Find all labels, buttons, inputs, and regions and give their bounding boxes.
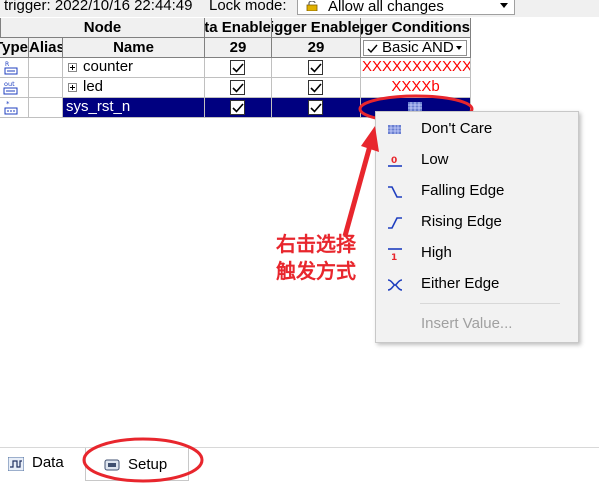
data-enable-cell bbox=[205, 58, 272, 78]
menu-item-label: High bbox=[421, 244, 452, 261]
menu-item-label: Don't Care bbox=[421, 120, 493, 137]
expand-icon[interactable] bbox=[68, 63, 77, 72]
trigger-enable-header[interactable]: Trigger Enable bbox=[272, 18, 361, 38]
name-column-header[interactable]: Name bbox=[63, 38, 205, 58]
output-pin-icon: out bbox=[3, 80, 18, 95]
menu-item-falling-edge[interactable]: Falling Edge bbox=[376, 179, 576, 205]
table-row[interactable]: R counter XXXXXXXXXXXXXXXXXXXXXXXXXXXXXh bbox=[0, 58, 471, 78]
checkmark-icon bbox=[367, 44, 378, 54]
dont-care-icon bbox=[388, 125, 401, 134]
trigger-enable-header-text: Trigger Enable bbox=[272, 19, 360, 36]
data-enable-checkbox[interactable] bbox=[230, 100, 245, 115]
node-name: led bbox=[83, 78, 104, 95]
name-cell[interactable]: led bbox=[63, 78, 205, 98]
annotation-line-2: 触发方式 bbox=[276, 261, 356, 283]
alias-column-header[interactable]: Alias bbox=[29, 38, 63, 58]
checkmark-icon bbox=[232, 103, 244, 113]
chevron-down-icon bbox=[456, 46, 462, 50]
high-icon: 1 bbox=[388, 248, 402, 263]
trigger-enable-cell bbox=[272, 98, 361, 118]
rising-edge-icon bbox=[388, 217, 402, 229]
trigger-condition-mode-cell: ʼ Basic AND bbox=[361, 38, 471, 58]
menu-item-insert-value: Insert Value... bbox=[376, 312, 576, 338]
lock-icon bbox=[306, 1, 318, 11]
lock-mode-dropdown[interactable]: Allow all changes bbox=[297, 0, 515, 15]
alias-cell[interactable] bbox=[29, 98, 63, 118]
menu-item-label: Falling Edge bbox=[421, 182, 505, 199]
node-group-header: Node bbox=[0, 18, 205, 38]
trigger-conditions-header-text: Trigger Conditions bbox=[361, 19, 470, 36]
type-cell: * bbox=[0, 98, 29, 118]
tab-data-label: Data bbox=[32, 454, 64, 471]
checkmark-icon bbox=[232, 83, 244, 93]
data-enable-checkbox[interactable] bbox=[230, 60, 245, 75]
menu-separator bbox=[420, 303, 560, 304]
trigger-enable-checkbox[interactable] bbox=[308, 100, 323, 115]
node-name: counter bbox=[83, 58, 134, 75]
menu-item-label: Insert Value... bbox=[421, 315, 513, 332]
data-enable-count: 29 bbox=[205, 38, 272, 58]
menu-item-label: Rising Edge bbox=[421, 213, 502, 230]
low-icon: 0 bbox=[388, 156, 402, 167]
menu-item-rising-edge[interactable]: Rising Edge bbox=[376, 210, 576, 236]
trigger-enable-cell bbox=[272, 58, 361, 78]
falling-edge-icon bbox=[388, 186, 402, 198]
data-enable-header-text: Data Enable bbox=[205, 19, 271, 36]
checkmark-icon bbox=[310, 63, 322, 73]
menu-item-dont-care[interactable]: Don't Care bbox=[376, 117, 576, 143]
annotation-line-1: 右击选择 bbox=[276, 234, 356, 256]
either-edge-icon bbox=[387, 279, 403, 291]
data-enable-cell bbox=[205, 98, 272, 118]
checkmark-icon bbox=[310, 83, 322, 93]
input-pin-icon: * bbox=[4, 100, 18, 115]
trigger-condition-mode-dropdown[interactable]: ʼ Basic AND bbox=[363, 39, 467, 56]
menu-item-label: Low bbox=[421, 151, 449, 168]
trigger-condition-mode-value: Basic AND bbox=[382, 39, 454, 56]
expand-icon[interactable] bbox=[68, 83, 77, 92]
highlight-ellipse bbox=[82, 437, 204, 483]
trigger-condition-context-menu: Don't Care 0 Low Falling Edge Rising Edg… bbox=[375, 111, 579, 343]
name-cell[interactable]: counter bbox=[63, 58, 205, 78]
node-name: sys_rst_n bbox=[66, 98, 131, 115]
svg-text:0: 0 bbox=[391, 156, 397, 166]
trigger-enable-checkbox[interactable] bbox=[308, 60, 323, 75]
trigger-enable-checkbox[interactable] bbox=[308, 80, 323, 95]
top-toolbar: trigger: 2022/10/16 22:44:49 Lock mode: … bbox=[0, 0, 599, 17]
checkmark-icon bbox=[232, 63, 244, 73]
trigger-conditions-header[interactable]: Trigger Conditions bbox=[361, 18, 471, 38]
name-cell[interactable]: sys_rst_n bbox=[63, 98, 205, 118]
trigger-condition-value: XXXXXXXXXXXXXXXXXXXXXXXXXXXXXh bbox=[362, 58, 471, 75]
alias-cell[interactable] bbox=[29, 58, 63, 78]
menu-item-high[interactable]: 1 High bbox=[376, 241, 576, 267]
menu-item-low[interactable]: 0 Low bbox=[376, 148, 576, 174]
type-column-header[interactable]: Type bbox=[0, 38, 29, 58]
waveform-icon bbox=[8, 457, 24, 471]
type-column-header-text: Type bbox=[0, 39, 28, 56]
menu-item-either-edge[interactable]: Either Edge bbox=[376, 272, 576, 298]
annotation-text: 右击选择 触发方式 bbox=[276, 232, 356, 286]
trigger-timestamp: trigger: 2022/10/16 22:44:49 bbox=[4, 0, 193, 14]
alias-cell[interactable] bbox=[29, 78, 63, 98]
type-cell: out bbox=[0, 78, 29, 98]
svg-text:1: 1 bbox=[391, 253, 397, 263]
data-enable-cell bbox=[205, 78, 272, 98]
type-cell: R bbox=[0, 58, 29, 78]
data-enable-header[interactable]: Data Enable bbox=[205, 18, 272, 38]
menu-item-label: Either Edge bbox=[421, 275, 500, 292]
data-enable-checkbox[interactable] bbox=[230, 80, 245, 95]
lock-mode-value: Allow all changes bbox=[328, 0, 444, 15]
trigger-enable-cell bbox=[272, 78, 361, 98]
svg-text:R: R bbox=[5, 61, 9, 68]
trigger-condition-cell[interactable]: XXXXXXXXXXXXXXXXXXXXXXXXXXXXXh bbox=[361, 58, 471, 78]
checkmark-icon bbox=[310, 103, 322, 113]
svg-text:*: * bbox=[6, 100, 10, 108]
trigger-enable-count: 29 bbox=[272, 38, 361, 58]
chevron-down-icon bbox=[500, 3, 508, 8]
register-icon: R bbox=[4, 61, 18, 75]
lock-mode-label: Lock mode: bbox=[209, 0, 287, 14]
svg-text:out: out bbox=[4, 80, 15, 88]
annotation-arrow bbox=[342, 126, 379, 237]
